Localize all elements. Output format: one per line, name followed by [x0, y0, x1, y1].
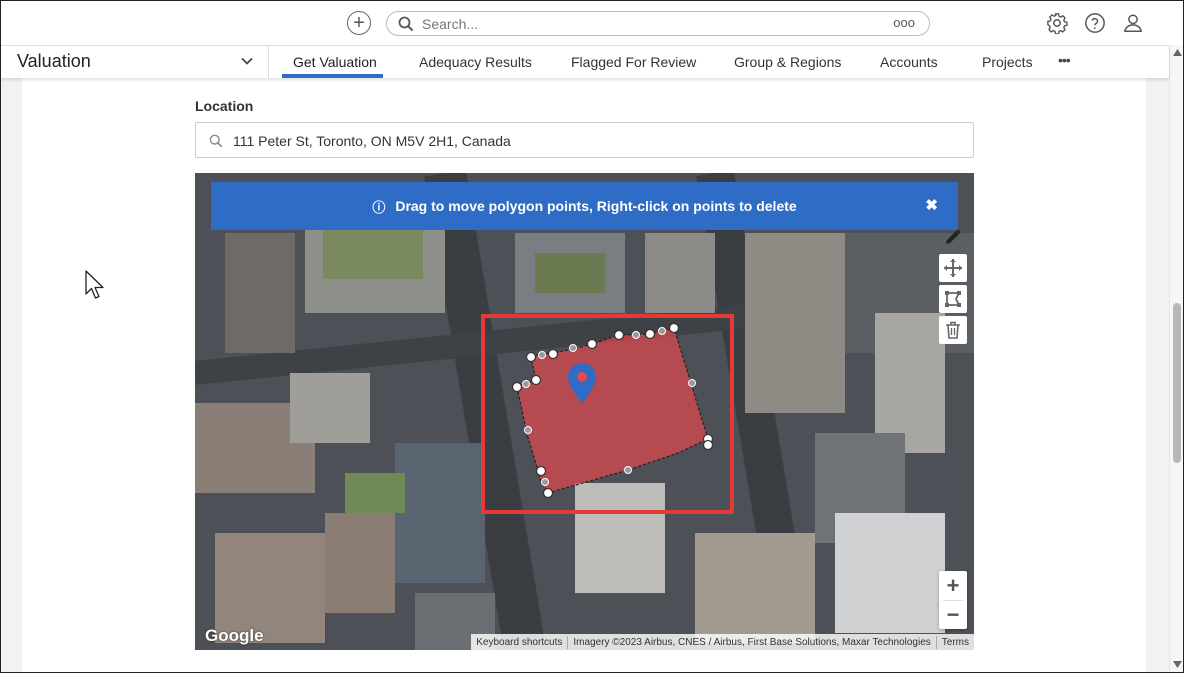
tab-adequacy-results[interactable]: Adequacy Results [419, 54, 532, 70]
user-icon[interactable] [1121, 11, 1145, 35]
chevron-down-icon[interactable] [240, 54, 254, 68]
module-nav: Valuation Get Valuation Adequacy Results… [0, 45, 1169, 78]
search-icon [209, 134, 223, 148]
terms-link[interactable]: Terms [937, 636, 974, 649]
scroll-up-icon[interactable] [1173, 49, 1182, 56]
tab-projects[interactable]: Projects [982, 54, 1033, 70]
more-tabs-icon[interactable]: ••• [1058, 52, 1071, 68]
reshape-polygon-icon[interactable] [939, 285, 967, 313]
scroll-down-icon[interactable] [1173, 661, 1182, 668]
scroll-thumb[interactable] [1173, 303, 1181, 463]
mouse-cursor-icon [85, 270, 104, 299]
tab-group-regions[interactable]: Group & Regions [734, 54, 841, 70]
map-view[interactable]: ⓘ Drag to move polygon points, Right-cli… [195, 173, 974, 650]
zoom-control: + − [939, 571, 967, 629]
search-icon [398, 16, 414, 32]
module-title[interactable]: Valuation [17, 51, 91, 72]
search-placeholder: Search... [422, 16, 479, 32]
tab-accounts[interactable]: Accounts [880, 54, 938, 70]
instruction-text: Drag to move polygon points, Right-click… [395, 198, 797, 214]
nav-divider [268, 46, 269, 78]
tab-get-valuation[interactable]: Get Valuation [293, 54, 377, 70]
location-input[interactable]: 111 Peter St, Toronto, ON M5V 2H1, Canad… [195, 122, 974, 158]
instruction-banner: ⓘ Drag to move polygon points, Right-cli… [211, 182, 958, 230]
location-label: Location [195, 98, 254, 114]
zoom-in-button[interactable]: + [939, 571, 967, 600]
satellite-imagery [195, 173, 974, 650]
imagery-credit: Imagery ©2023 Airbus, CNES / Airbus, Fir… [568, 635, 937, 649]
keyboard-shortcuts-link[interactable]: Keyboard shortcuts [471, 635, 569, 649]
search-options-icon[interactable]: ooo [893, 15, 915, 30]
close-icon[interactable]: ✖ [925, 196, 938, 214]
info-icon: ⓘ [372, 199, 386, 215]
map-attribution: Keyboard shortcuts Imagery ©2023 Airbus,… [471, 634, 974, 650]
help-icon[interactable] [1083, 11, 1107, 35]
google-logo: Google [205, 626, 264, 645]
edit-polygon-icon[interactable] [939, 223, 967, 251]
delete-icon[interactable] [939, 316, 967, 344]
tab-flagged-for-review[interactable]: Flagged For Review [571, 54, 696, 70]
zoom-out-button[interactable]: − [939, 600, 967, 629]
settings-icon[interactable] [1045, 11, 1069, 35]
top-bar: + Search... ooo [0, 0, 1184, 45]
location-value: 111 Peter St, Toronto, ON M5V 2H1, Canad… [233, 133, 511, 149]
move-icon[interactable] [939, 254, 967, 282]
search-input[interactable]: Search... ooo [386, 11, 930, 36]
page-gutter-right [1146, 78, 1169, 673]
add-icon[interactable]: + [347, 11, 371, 35]
page-gutter-left [0, 78, 22, 673]
active-tab-indicator [282, 74, 383, 78]
page-scrollbar[interactable] [1169, 45, 1184, 673]
